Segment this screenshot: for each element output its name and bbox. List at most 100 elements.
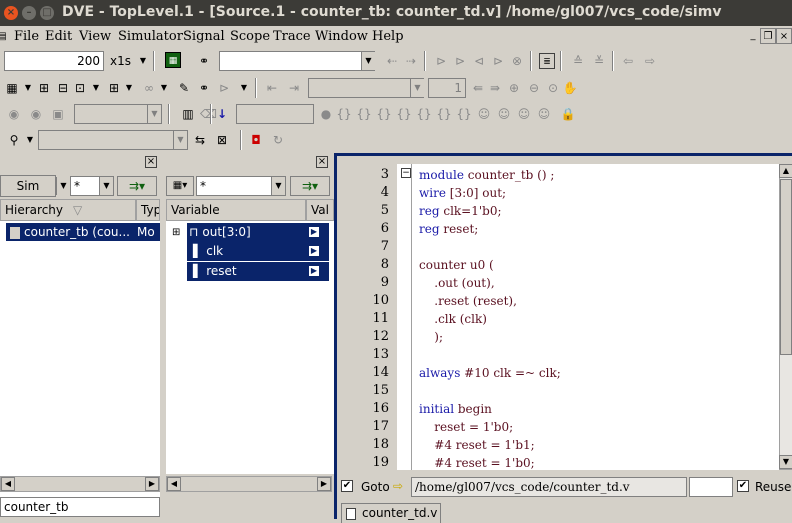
menu-view[interactable]: View: [79, 29, 111, 44]
scroll-down-icon[interactable]: ▼: [779, 455, 792, 469]
scroll-right-icon[interactable]: ▶: [317, 477, 331, 491]
face-icon[interactable]: ☺: [536, 106, 552, 122]
menu-help[interactable]: Help: [372, 29, 404, 44]
app-menu-icon[interactable]: ▤: [0, 29, 10, 45]
mdi-close-icon[interactable]: ×: [776, 28, 792, 44]
circle-right-icon[interactable]: ◉: [28, 106, 44, 122]
trace-driver-icon[interactable]: ⊳: [433, 53, 449, 69]
layer-up-icon[interactable]: ≙: [570, 53, 586, 69]
scroll-up-icon[interactable]: ▲: [779, 164, 792, 178]
chevron-down-icon[interactable]: ▼: [121, 80, 137, 96]
mdi-minimize-icon[interactable]: _: [745, 28, 761, 44]
step-forward-icon[interactable]: ⇛: [487, 80, 503, 96]
run-icon[interactable]: ▦: [165, 52, 181, 68]
tree-row[interactable]: counter_tb (cou... Mo: [6, 223, 160, 241]
maximize-window-icon[interactable]: □: [40, 6, 54, 20]
bracket-icon[interactable]: {}: [376, 106, 392, 122]
reuse-checkbox[interactable]: ✔: [737, 480, 749, 492]
find-prev-icon[interactable]: ⇠: [384, 53, 400, 69]
bracket-icon[interactable]: {}: [396, 106, 412, 122]
value-icon[interactable]: ∞: [141, 80, 157, 96]
grid-icon[interactable]: ▦: [4, 80, 20, 96]
bracket-icon[interactable]: {}: [336, 106, 352, 122]
close-window-icon[interactable]: ×: [4, 6, 18, 20]
close-icon[interactable]: ×: [316, 156, 328, 168]
forward-arrow-icon[interactable]: ⇨: [642, 53, 658, 69]
trace-back-icon[interactable]: ⊲: [471, 53, 487, 69]
columns-icon[interactable]: ▥: [180, 106, 196, 122]
bracket-icon[interactable]: {}: [416, 106, 432, 122]
line-number-input[interactable]: [689, 477, 733, 497]
goto-checkbox[interactable]: ✔: [341, 480, 353, 492]
layer-down-icon[interactable]: ≚: [591, 53, 607, 69]
vertical-scrollbar[interactable]: ▲ ▼: [779, 164, 792, 470]
face-icon[interactable]: ☺: [516, 106, 532, 122]
chevron-down-icon[interactable]: ▼: [361, 52, 375, 70]
bracket-icon[interactable]: {}: [456, 106, 472, 122]
step-back-icon[interactable]: ⇚: [470, 80, 486, 96]
trace-x-icon[interactable]: ⊗: [509, 53, 525, 69]
chevron-down-icon[interactable]: ▼: [135, 53, 151, 69]
hier-bottom-field[interactable]: counter_tb: [0, 497, 160, 517]
menu-scope[interactable]: Scope: [230, 29, 270, 44]
down-arrow-icon[interactable]: ↓: [214, 106, 230, 122]
probe-icon[interactable]: ⚲: [6, 132, 22, 148]
pan-hand-icon[interactable]: ✋: [562, 80, 578, 96]
source-path-field[interactable]: /home/gl007/vcs_code/counter_td.v: [411, 477, 687, 497]
menu-simulator[interactable]: Simulator: [118, 29, 183, 44]
grid-menu-icon[interactable]: ▦▾: [166, 176, 194, 196]
source-tab[interactable]: counter_td.v: [341, 503, 441, 523]
minimize-window-icon[interactable]: –: [22, 6, 36, 20]
expand-tree-icon[interactable]: ⊞: [172, 227, 180, 238]
zoom-out-icon[interactable]: ⊖: [526, 80, 542, 96]
menu-edit[interactable]: Edit: [45, 29, 72, 44]
trace-forward-icon[interactable]: ⊳: [490, 53, 506, 69]
dot-icon[interactable]: ●: [318, 106, 334, 122]
zoom-in-icon[interactable]: ⊕: [506, 80, 522, 96]
face-icon[interactable]: ☺: [496, 106, 512, 122]
search-input[interactable]: [219, 51, 375, 71]
chevron-down-icon[interactable]: ▼: [156, 80, 172, 96]
collapse-icon[interactable]: −: [401, 168, 411, 178]
variable-row[interactable]: ▌ reset ▶: [187, 262, 329, 281]
chevron-down-icon[interactable]: ▼: [99, 177, 113, 195]
delete-signal-icon[interactable]: ⊠: [214, 132, 230, 148]
chevron-down-icon[interactable]: ▼: [88, 80, 104, 96]
back-arrow-icon[interactable]: ⇦: [620, 53, 636, 69]
value-arrow-icon[interactable]: ▶: [309, 266, 319, 276]
variable-row[interactable]: ⊓ out[3:0] ▶: [187, 223, 329, 242]
filter-icon[interactable]: ⊳: [216, 80, 232, 96]
hierarchy-column-header[interactable]: Hierarchy ▽: [0, 199, 136, 221]
binoculars-icon[interactable]: ⚭: [196, 80, 212, 96]
scroll-right-icon[interactable]: ▶: [145, 477, 159, 491]
menu-window[interactable]: Window: [315, 29, 368, 44]
sim-tab[interactable]: Sim: [0, 175, 56, 197]
value-column-header[interactable]: Val: [306, 199, 334, 221]
copy-signal-icon[interactable]: ⇆: [192, 132, 208, 148]
variable-row[interactable]: ▌ clk ▶: [187, 242, 329, 261]
mdi-restore-icon[interactable]: ❐: [760, 28, 776, 44]
chevron-down-icon[interactable]: ▼: [236, 80, 252, 96]
scroll-left-icon[interactable]: ◀: [167, 477, 181, 491]
chevron-down-icon[interactable]: ▼: [20, 80, 36, 96]
variable-column-header[interactable]: Variable: [166, 199, 306, 221]
bus-icon[interactable]: ⊞: [106, 80, 122, 96]
prev-edge-icon[interactable]: ⇤: [264, 80, 280, 96]
menu-trace[interactable]: Trace: [273, 29, 311, 44]
horizontal-scrollbar[interactable]: ◀ ▶: [0, 476, 160, 492]
find-next-icon[interactable]: ⇢: [403, 53, 419, 69]
circle-left-icon[interactable]: ◉: [6, 106, 22, 122]
scroll-left-icon[interactable]: ◀: [1, 477, 15, 491]
bracket-icon[interactable]: {}: [356, 106, 372, 122]
trace-load-icon[interactable]: ⊳: [452, 53, 468, 69]
source-editor[interactable]: − 3 module counter_tb () ; 4 wire [3:0] out…: [339, 164, 779, 470]
chevron-down-icon[interactable]: ▼: [22, 132, 38, 148]
bracket-icon[interactable]: {}: [436, 106, 452, 122]
add-signal-icon[interactable]: ⊞: [36, 80, 52, 96]
expand-icon[interactable]: ⊟: [55, 80, 71, 96]
stop-icon[interactable]: ◘: [248, 132, 264, 148]
value-arrow-icon[interactable]: ▶: [309, 246, 319, 256]
binoculars-icon[interactable]: ⚭: [196, 53, 212, 69]
next-edge-icon[interactable]: ⇥: [286, 80, 302, 96]
value-arrow-icon[interactable]: ▶: [309, 227, 319, 237]
